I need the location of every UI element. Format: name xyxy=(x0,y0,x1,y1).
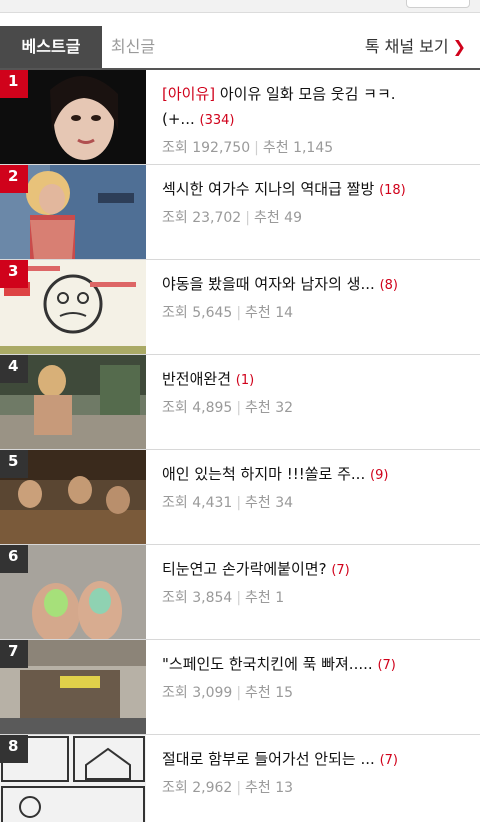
comment-count: (7) xyxy=(377,658,396,673)
recommend-count: 14 xyxy=(275,305,294,321)
comment-count: (8) xyxy=(379,278,398,293)
recommend-label: 추천 xyxy=(253,210,280,226)
comment-count: (334) xyxy=(199,113,235,128)
rank-badge: 1 xyxy=(0,70,28,98)
post-title-text: 반전애완견 xyxy=(162,370,232,388)
tab-bar: 베스트글 최신글 톡 채널 보기 ❯ xyxy=(0,26,480,70)
recommend-count: 49 xyxy=(284,210,302,226)
post-stats: 조회 192,750 | 추천 1,145 xyxy=(162,137,472,157)
post-stats: 조회 23,702 | 추천 49 xyxy=(162,207,472,227)
views-label: 조회 xyxy=(162,590,188,606)
rank-badge: 6 xyxy=(0,545,28,573)
divider: | xyxy=(236,685,242,701)
divider: | xyxy=(236,495,242,511)
post-title: 야동을 봤을때 여자와 남자의 생... (8) xyxy=(162,272,472,298)
rank-badge: 2 xyxy=(0,165,28,193)
view-count: 192,750 xyxy=(192,140,251,156)
views-label: 조회 xyxy=(162,210,188,226)
recommend-label: 추천 xyxy=(245,305,271,321)
post-stats: 조회 3,854 | 추천 1 xyxy=(162,587,472,607)
post-title: 티눈연고 손가락에붙이면? (7) xyxy=(162,557,472,583)
recommend-count: 15 xyxy=(275,685,294,701)
recommend-label: 추천 xyxy=(245,400,271,416)
views-label: 조회 xyxy=(162,780,188,796)
post-title-text: 야동을 봤을때 여자와 남자의 생... xyxy=(162,275,375,293)
view-count: 4,431 xyxy=(192,495,233,511)
top-button[interactable] xyxy=(406,0,470,8)
list-item[interactable]: 2 섹시한 여가수 지나의 역대급 짤방 (18) 조회 23,702 | 추천 4… xyxy=(0,165,480,260)
rank-badge: 3 xyxy=(0,260,28,288)
post-title: 애인 있는척 하지마 !!!쏠로 주... (9) xyxy=(162,462,472,488)
divider: | xyxy=(236,780,242,796)
recommend-count: 34 xyxy=(275,495,294,511)
divider: | xyxy=(254,140,259,156)
list-item[interactable]: 5 애인 있는척 하지마 !!!쏠로 주... (9) 조회 4,431 | 추천 … xyxy=(0,450,480,545)
comment-count: (18) xyxy=(379,183,406,198)
divider: | xyxy=(236,400,242,416)
post-title-text: 섹시한 여가수 지나의 역대급 짤방 xyxy=(162,180,375,198)
post-stats: 조회 2,962 | 추천 13 xyxy=(162,777,472,797)
post-title: 절대로 함부로 들어가선 안되는 ... (7) xyxy=(162,747,472,773)
post-stats: 조회 5,645 | 추천 14 xyxy=(162,302,472,322)
view-count: 5,645 xyxy=(192,305,233,321)
top-strip xyxy=(0,0,480,13)
view-count: 2,962 xyxy=(192,780,233,796)
post-list: 1 [아이유] 아이유 일화 모음 웃김 ㅋㅋ. (+... (334) 조회 1… xyxy=(0,70,480,822)
view-count: 3,099 xyxy=(192,685,233,701)
post-stats: 조회 3,099 | 추천 15 xyxy=(162,682,472,702)
post-title-text: 아이유 일화 모음 웃김 ㅋㅋ. xyxy=(215,85,396,103)
rank-badge: 5 xyxy=(0,450,28,478)
tab-best[interactable]: 베스트글 xyxy=(0,26,102,68)
tab-latest[interactable]: 최신글 xyxy=(102,26,164,68)
divider: | xyxy=(245,210,250,226)
recommend-count: 1 xyxy=(275,590,285,606)
rank-badge: 8 xyxy=(0,735,28,763)
post-title-text: 티눈연고 손가락에붙이면? xyxy=(162,560,327,578)
list-item[interactable]: 6 티눈연고 손가락에붙이면? (7) 조회 3,854 | 추천 1 xyxy=(0,545,480,640)
recommend-count: 32 xyxy=(275,400,294,416)
list-item[interactable]: 1 [아이유] 아이유 일화 모음 웃김 ㅋㅋ. (+... (334) 조회 1… xyxy=(0,70,480,165)
divider: | xyxy=(236,590,242,606)
comment-count: (7) xyxy=(379,753,398,768)
rank-badge: 7 xyxy=(0,640,28,668)
post-title-text: 절대로 함부로 들어가선 안되는 ... xyxy=(162,750,375,768)
view-count: 4,895 xyxy=(192,400,233,416)
list-item[interactable]: 3 야동을 봤을때 여자와 남자의 생... (8) 조회 5,645 | 추천 1… xyxy=(0,260,480,355)
view-count: 23,702 xyxy=(192,210,242,226)
post-stats: 조회 4,431 | 추천 34 xyxy=(162,492,472,512)
post-title-text: 애인 있는척 하지마 !!!쏠로 주... xyxy=(162,465,366,483)
post-title: 섹시한 여가수 지나의 역대급 짤방 (18) xyxy=(162,177,472,203)
views-label: 조회 xyxy=(162,400,188,416)
recommend-label: 추천 xyxy=(245,495,271,511)
view-count: 3,854 xyxy=(192,590,233,606)
post-title-text: "스페인도 한국치킨에 푹 빠져..... xyxy=(162,655,373,673)
post-title: "스페인도 한국치킨에 푹 빠져..... (7) xyxy=(162,652,472,678)
chevron-right-icon: ❯ xyxy=(452,37,466,56)
views-label: 조회 xyxy=(162,495,188,511)
list-item[interactable]: 7 "스페인도 한국치킨에 푹 빠져..... (7) 조회 3,099 | 추천 … xyxy=(0,640,480,735)
recommend-label: 추천 xyxy=(262,140,289,156)
post-title-continued: (+... xyxy=(162,110,195,128)
recommend-label: 추천 xyxy=(245,685,271,701)
post-title: 반전애완견 (1) xyxy=(162,367,472,393)
post-stats: 조회 4,895 | 추천 32 xyxy=(162,397,472,417)
recommend-count: 1,145 xyxy=(293,140,334,156)
divider: | xyxy=(236,305,242,321)
list-item[interactable]: 8 절대로 함부로 들어가선 안되는 ... (7) 조회 2,962 | 추천 1… xyxy=(0,735,480,822)
talk-channel-link[interactable]: 톡 채널 보기 ❯ xyxy=(365,26,466,68)
comment-count: (7) xyxy=(331,563,350,578)
list-item[interactable]: 4 반전애완견 (1) 조회 4,895 | 추천 32 xyxy=(0,355,480,450)
comment-count: (1) xyxy=(235,373,255,388)
rank-badge: 4 xyxy=(0,355,28,383)
comment-count: (9) xyxy=(370,468,389,483)
recommend-label: 추천 xyxy=(245,590,271,606)
recommend-label: 추천 xyxy=(245,780,271,796)
post-tag: [아이유] xyxy=(162,85,216,103)
talk-channel-label: 톡 채널 보기 xyxy=(364,37,449,56)
views-label: 조회 xyxy=(162,305,188,321)
views-label: 조회 xyxy=(162,685,188,701)
views-label: 조회 xyxy=(162,140,188,156)
post-title: [아이유] 아이유 일화 모음 웃김 ㅋㅋ. (+... (334) xyxy=(162,82,472,133)
recommend-count: 13 xyxy=(275,780,294,796)
